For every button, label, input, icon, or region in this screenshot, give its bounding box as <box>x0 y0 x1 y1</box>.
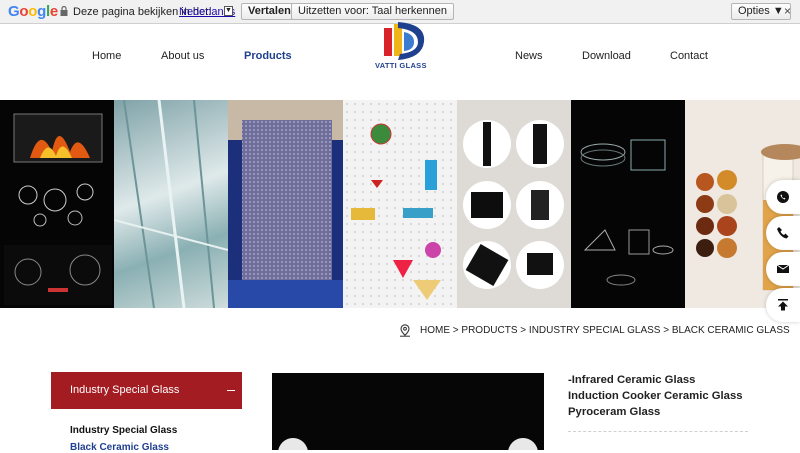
category-header-label: Industry Special Glass <box>70 384 180 396</box>
nav-about-us[interactable]: About us <box>161 50 204 62</box>
breadcrumb-home[interactable]: HOME > <box>420 325 459 336</box>
close-icon[interactable]: × <box>784 5 791 17</box>
sidebar-item-black-ceramic-glass[interactable]: Black Ceramic Glass <box>70 442 169 453</box>
collapse-icon[interactable] <box>227 390 235 391</box>
breadcrumb-black-ceramic-glass[interactable]: BLACK CERAMIC GLASS <box>672 325 790 336</box>
logo-text: VATTI GLASS <box>375 61 427 70</box>
sidebar-item-industry-special-glass[interactable]: Industry Special Glass <box>70 425 177 436</box>
mail-icon[interactable] <box>766 252 800 286</box>
product-image[interactable] <box>272 373 544 450</box>
chevron-down-icon[interactable]: ▼ <box>224 6 233 16</box>
back-to-top-icon[interactable] <box>766 288 800 322</box>
banner-quartz-glass-image <box>571 100 685 308</box>
breadcrumb: HOME > PRODUCTS > INDUSTRY SPECIAL GLASS… <box>420 325 790 336</box>
whatsapp-icon[interactable] <box>766 180 800 214</box>
next-arrow-icon[interactable] <box>508 438 538 450</box>
nav-home[interactable]: Home <box>92 50 121 62</box>
banner-control-glass-image <box>457 100 571 308</box>
banner-patterned-glass-image <box>228 100 343 308</box>
breadcrumb-products[interactable]: PRODUCTS > <box>461 325 526 336</box>
nav-contact[interactable]: Contact <box>670 50 708 62</box>
banner-fireplace-image <box>0 100 114 308</box>
breadcrumb-industry-special-glass[interactable]: INDUSTRY SPECIAL GLASS > <box>529 325 669 336</box>
google-logo: Google <box>8 3 58 20</box>
location-icon <box>400 324 410 337</box>
category-header[interactable]: Industry Special Glass <box>51 372 242 409</box>
options-button[interactable]: Opties ▼ <box>731 3 791 20</box>
translate-button[interactable]: Vertalen <box>241 3 298 20</box>
banner-glass-sheets-image <box>114 100 228 308</box>
phone-icon[interactable] <box>766 216 800 250</box>
lock-icon <box>60 6 68 16</box>
nav-news[interactable]: News <box>515 50 543 62</box>
hero-banner <box>0 100 800 308</box>
banner-art-glass-image <box>343 100 457 308</box>
title-divider <box>568 431 748 432</box>
prev-arrow-icon[interactable] <box>278 438 308 450</box>
floating-contact-bar <box>766 180 800 324</box>
nav-download[interactable]: Download <box>582 50 631 62</box>
nav-products[interactable]: Products <box>244 50 292 62</box>
product-title: -Infrared Ceramic Glass Induction Cooker… <box>568 374 743 418</box>
